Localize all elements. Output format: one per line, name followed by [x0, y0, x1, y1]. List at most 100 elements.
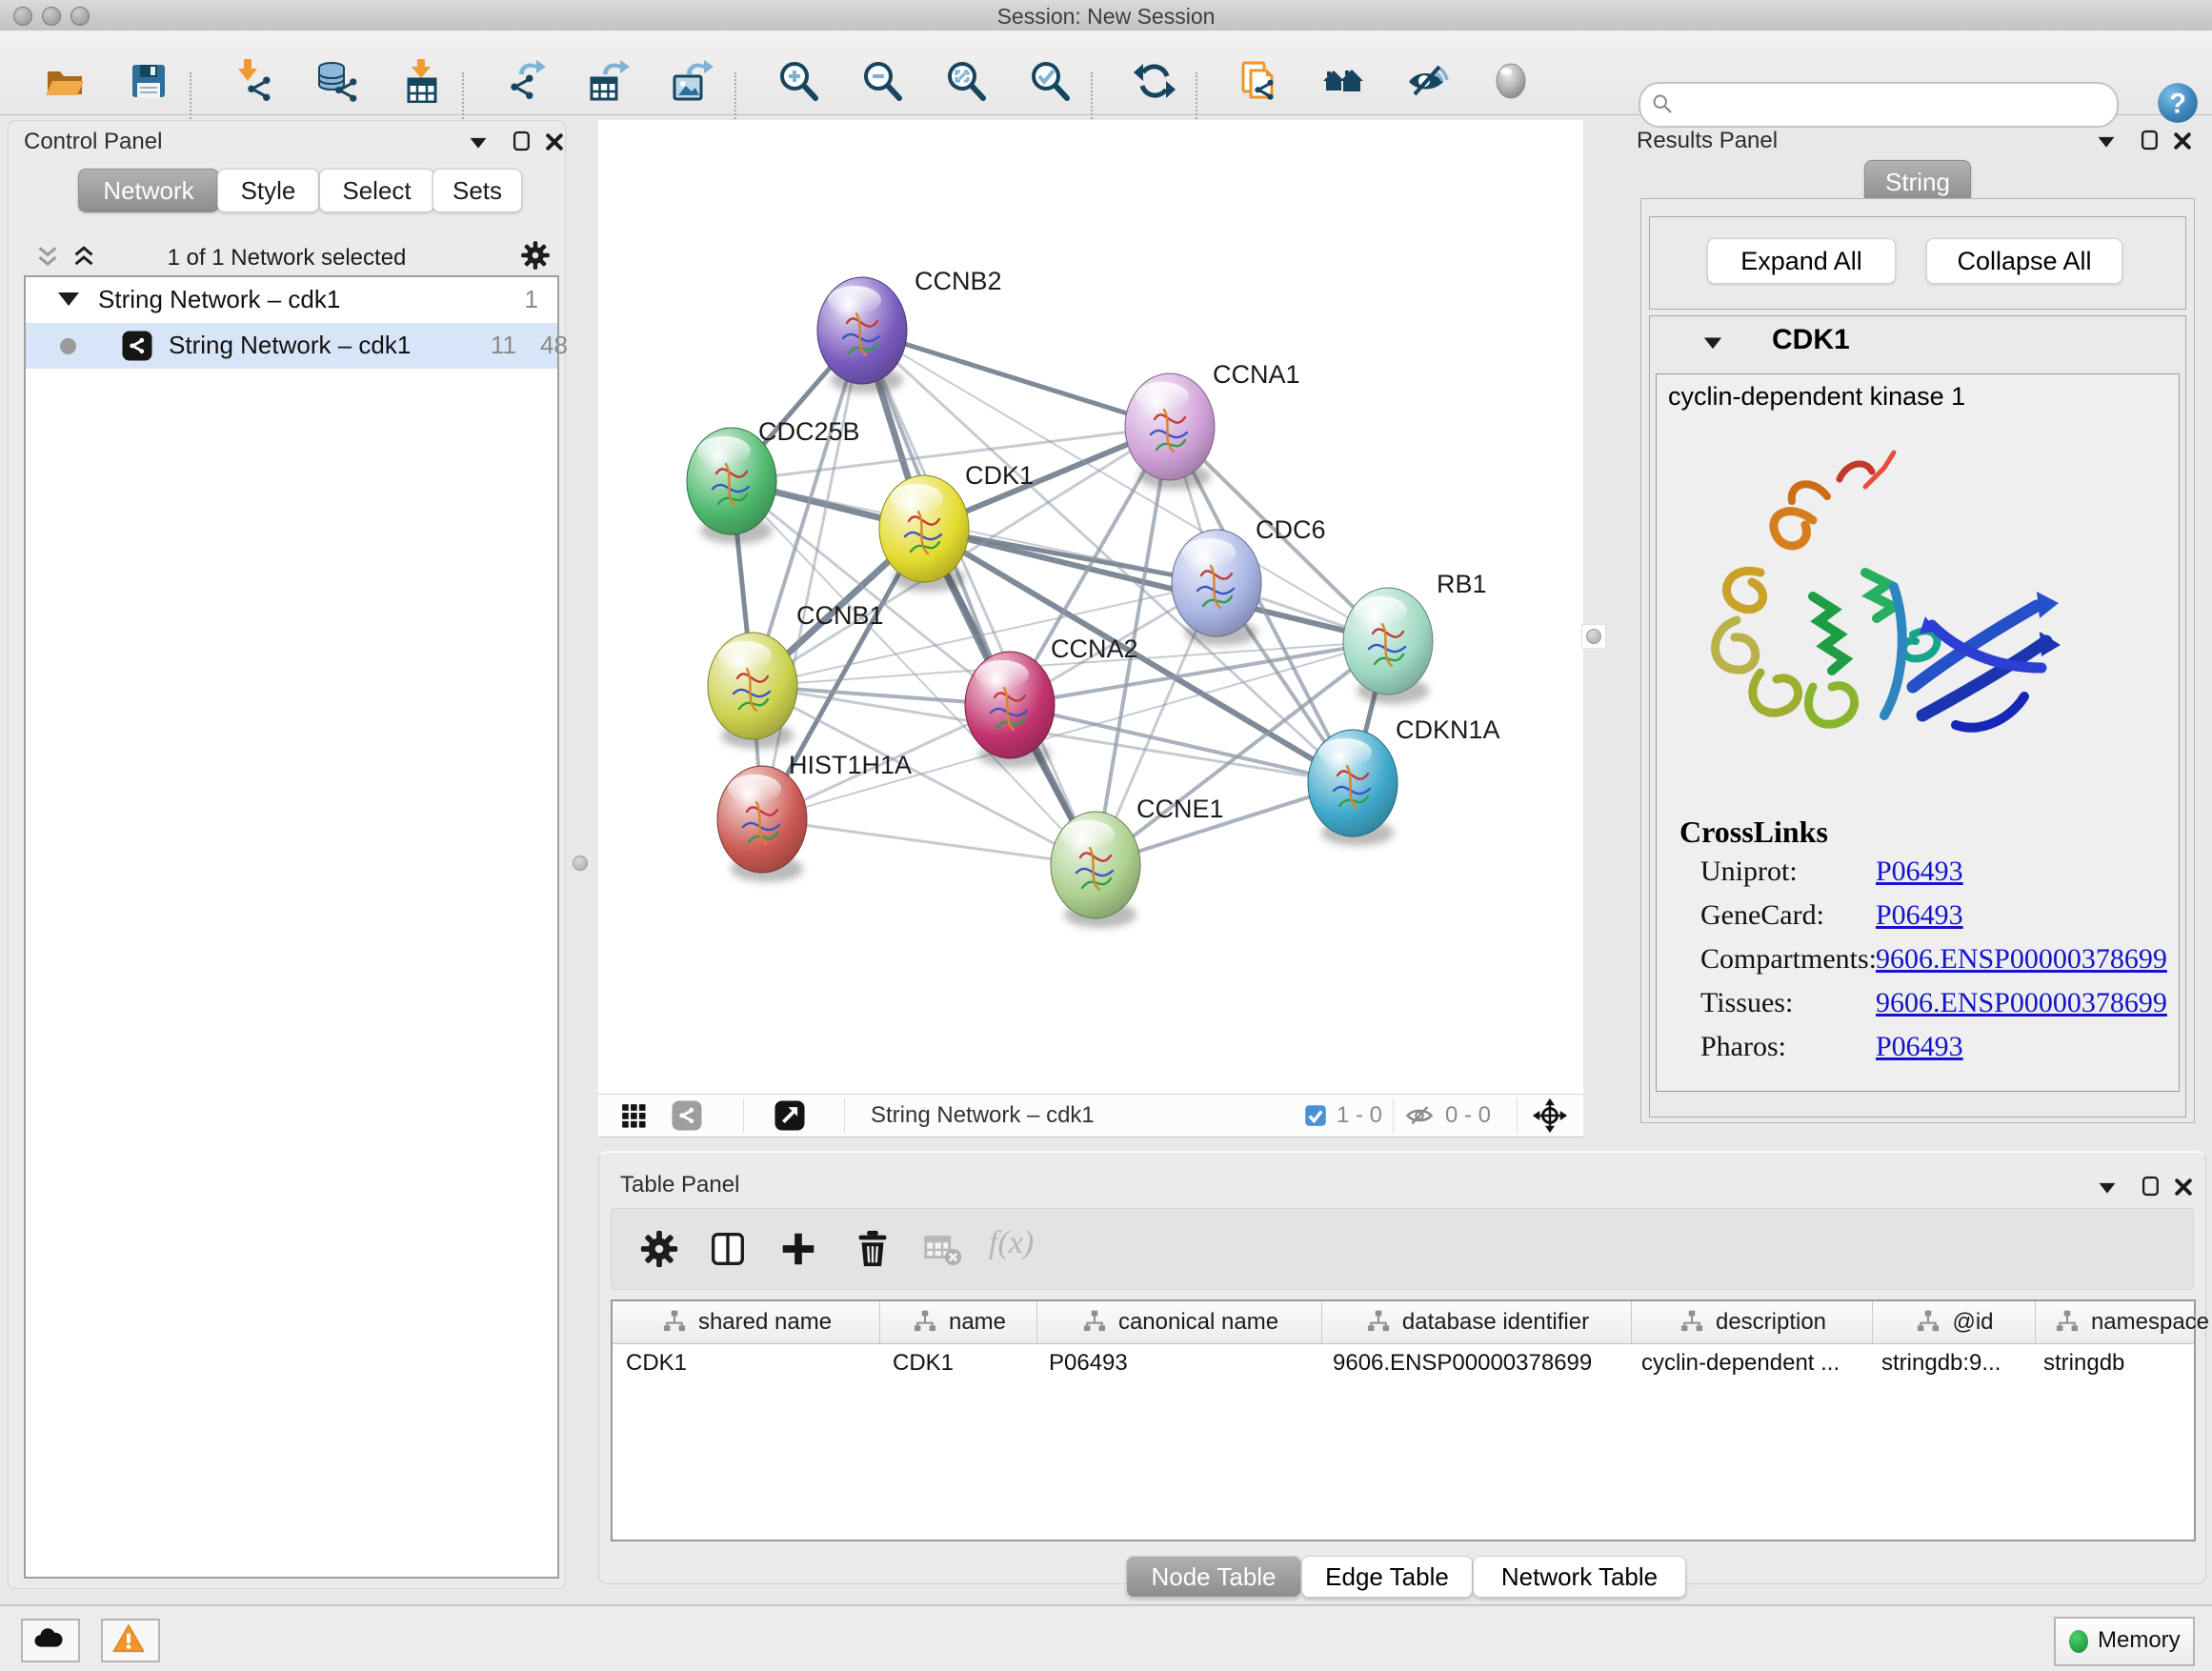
- zoom-selected-icon[interactable]: [1028, 59, 1072, 103]
- table-row[interactable]: CDK1CDK1P064939606.ENSP00000378699cyclin…: [613, 1343, 2194, 1383]
- table-close-icon[interactable]: [2171, 1175, 2196, 1199]
- column-header--id[interactable]: @id: [1873, 1301, 2036, 1343]
- edge-CCNA2-CDKN1A[interactable]: [1010, 705, 1353, 783]
- save-session-icon[interactable]: [127, 59, 171, 103]
- node-label-CDKN1A: CDKN1A: [1396, 715, 1500, 744]
- warning-status-button[interactable]: [101, 1619, 160, 1662]
- results-close-icon[interactable]: [2170, 129, 2195, 153]
- node-table[interactable]: shared namenamecanonical namedatabase id…: [611, 1299, 2196, 1541]
- collection-label: String Network – cdk1: [98, 285, 340, 314]
- hide-glasses-icon[interactable]: [1405, 59, 1449, 103]
- birds-eye-view-icon[interactable]: [774, 1099, 806, 1132]
- crosslink-link[interactable]: P06493: [1876, 1031, 1963, 1063]
- node-CCNB2[interactable]: [817, 277, 907, 393]
- delete-row-icon[interactable]: [852, 1228, 894, 1270]
- node-CCNE1[interactable]: [1051, 812, 1140, 928]
- import-network-icon[interactable]: [231, 59, 275, 103]
- crosslinks-title: CrossLinks: [1679, 815, 1828, 850]
- tab-network[interactable]: Network: [78, 169, 219, 212]
- tab-network-table[interactable]: Network Table: [1473, 1556, 1686, 1598]
- crosslink-link[interactable]: P06493: [1876, 899, 1963, 932]
- node-CCNA2[interactable]: [965, 652, 1055, 768]
- table-cell[interactable]: CDK1: [613, 1343, 879, 1383]
- cdk1-expander-icon[interactable]: [1699, 330, 1726, 356]
- network-view-canvas[interactable]: CCNB2CCNA1CDC25BCDK1CDC6RB1CCNB1CCNA2CDK…: [598, 120, 1583, 1094]
- collapse-all-button[interactable]: Collapse All: [1926, 238, 2122, 284]
- export-table-icon[interactable]: [588, 59, 632, 103]
- results-float-icon[interactable]: [2138, 128, 2162, 152]
- crosslink-link[interactable]: 9606.ENSP00000378699: [1876, 987, 2167, 1019]
- tab-style[interactable]: Style: [217, 169, 319, 212]
- table-panel-title: Table Panel: [620, 1172, 739, 1198]
- refresh-icon[interactable]: [1133, 59, 1176, 103]
- panel-options-icon[interactable]: [466, 131, 491, 155]
- left-splitter-dot-icon[interactable]: [573, 856, 588, 871]
- tab-edge-table[interactable]: Edge Table: [1301, 1556, 1473, 1598]
- memory-button[interactable]: Memory: [2054, 1617, 2195, 1666]
- table-cell[interactable]: P06493: [1036, 1343, 1319, 1383]
- crosslink-link[interactable]: P06493: [1876, 856, 1963, 888]
- edge-CDK1-RB1[interactable]: [924, 529, 1388, 641]
- search-input[interactable]: [1682, 88, 2105, 120]
- node-CCNA1[interactable]: [1125, 373, 1215, 490]
- node-CCNB1[interactable]: [708, 633, 797, 749]
- cloud-status-button[interactable]: [21, 1619, 80, 1662]
- tab-sets[interactable]: Sets: [432, 169, 522, 212]
- search-box[interactable]: [1639, 82, 2119, 128]
- grid-view-icon[interactable]: [617, 1099, 650, 1132]
- column-header-namespace[interactable]: namespace: [2036, 1301, 2212, 1343]
- table-float-icon[interactable]: [2139, 1174, 2163, 1198]
- node-label-HIST1H1A: HIST1H1A: [789, 751, 912, 779]
- table-gear-icon[interactable]: [638, 1228, 680, 1270]
- import-network-database-icon[interactable]: [315, 59, 359, 103]
- select-columns-icon[interactable]: [707, 1228, 749, 1270]
- string-home-icon[interactable]: [1321, 59, 1365, 103]
- node-CDKN1A[interactable]: [1308, 730, 1398, 846]
- crosslink-link[interactable]: 9606.ENSP00000378699: [1876, 943, 2167, 976]
- move-crosshair-icon[interactable]: [1532, 1097, 1568, 1134]
- column-header-database-identifier[interactable]: database identifier: [1322, 1301, 1632, 1343]
- close-panel-icon[interactable]: [542, 130, 567, 154]
- share-network-icon[interactable]: [671, 1099, 703, 1132]
- gear-icon[interactable]: [519, 239, 552, 272]
- clone-network-icon[interactable]: [1237, 59, 1281, 103]
- network-row-selected[interactable]: String Network – cdk1 11 48: [26, 323, 557, 369]
- zoom-out-icon[interactable]: [860, 59, 904, 103]
- node-HIST1H1A[interactable]: [717, 766, 807, 882]
- node-CDK1[interactable]: [879, 475, 969, 592]
- add-row-icon[interactable]: [777, 1228, 819, 1270]
- float-panel-icon[interactable]: [510, 129, 534, 153]
- export-network-icon[interactable]: [504, 59, 548, 103]
- crosslink-label: Uniprot:: [1700, 856, 1798, 888]
- selected-checkbox-icon[interactable]: [1303, 1103, 1328, 1128]
- column-header-canonical-name[interactable]: canonical name: [1037, 1301, 1322, 1343]
- table-cell[interactable]: 9606.ENSP00000378699: [1319, 1343, 1628, 1383]
- expand-all-button[interactable]: Expand All: [1707, 238, 1896, 284]
- zoom-fit-icon[interactable]: [944, 59, 988, 103]
- import-table-icon[interactable]: [399, 59, 443, 103]
- column-header-name[interactable]: name: [880, 1301, 1037, 1343]
- table-cell[interactable]: stringdb: [2030, 1343, 2212, 1383]
- column-header-shared-name[interactable]: shared name: [613, 1301, 880, 1343]
- zoom-in-icon[interactable]: [776, 59, 820, 103]
- table-cell[interactable]: cyclin-dependent ...: [1628, 1343, 1868, 1383]
- node-RB1[interactable]: [1343, 588, 1433, 704]
- collection-expander-icon[interactable]: [58, 292, 79, 306]
- tab-select[interactable]: Select: [319, 169, 434, 212]
- tab-node-table[interactable]: Node Table: [1126, 1556, 1301, 1598]
- open-session-icon[interactable]: [43, 59, 87, 103]
- table-cell[interactable]: CDK1: [879, 1343, 1036, 1383]
- export-image-icon[interactable]: [672, 59, 715, 103]
- right-splitter-dot-icon[interactable]: [1586, 629, 1601, 644]
- string-network-icon: [121, 330, 153, 362]
- edge-CCNB2-CCNA1[interactable]: [862, 331, 1170, 427]
- help-icon[interactable]: ?: [2155, 80, 2201, 126]
- column-header-description[interactable]: description: [1632, 1301, 1873, 1343]
- network-collection-row[interactable]: String Network – cdk1 1: [26, 277, 557, 323]
- table-options-icon[interactable]: [2095, 1176, 2120, 1200]
- table-cell[interactable]: stringdb:9...: [1868, 1343, 2030, 1383]
- edge-HIST1H1A-CCNE1[interactable]: [762, 819, 1096, 865]
- results-options-icon[interactable]: [2094, 130, 2119, 154]
- hidden-eye-icon[interactable]: [1404, 1100, 1435, 1131]
- gray-eye-icon[interactable]: [1489, 59, 1533, 103]
